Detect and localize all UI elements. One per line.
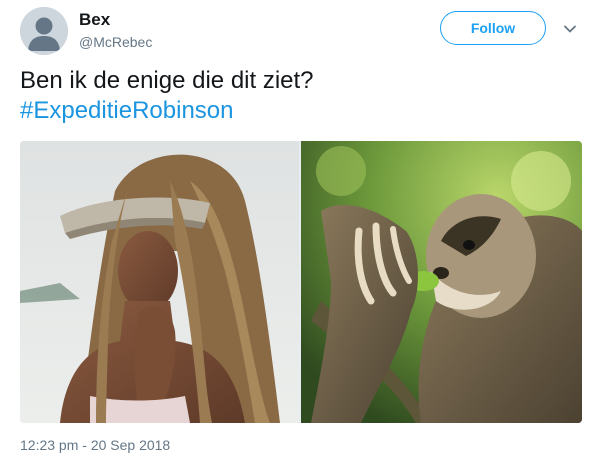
follow-button[interactable]: Follow [440, 11, 546, 45]
more-options-button[interactable] [562, 21, 578, 37]
avatar[interactable] [20, 7, 68, 55]
display-name[interactable]: Bex [79, 9, 152, 30]
photo-sloth[interactable] [301, 141, 582, 423]
username-handle[interactable]: @McRebec [79, 32, 152, 52]
default-profile-icon [20, 7, 68, 55]
author-info: Bex @McRebec [79, 9, 152, 52]
tweet-card: Bex @McRebec Follow Ben ik de enige die … [0, 0, 604, 466]
photo-image [301, 141, 582, 423]
tweet-text: Ben ik de enige die dit ziet? #Expeditie… [20, 66, 314, 126]
photo-woman-dreadlocks[interactable] [20, 141, 299, 423]
hashtag-link[interactable]: #ExpeditieRobinson [20, 96, 233, 126]
tweet-timestamp[interactable]: 12:23 pm - 20 Sep 2018 [20, 436, 170, 454]
media-grid [20, 141, 582, 423]
tweet-body: Ben ik de enige die dit ziet? [20, 67, 314, 94]
photo-image [20, 141, 299, 423]
chevron-down-icon [564, 25, 576, 33]
